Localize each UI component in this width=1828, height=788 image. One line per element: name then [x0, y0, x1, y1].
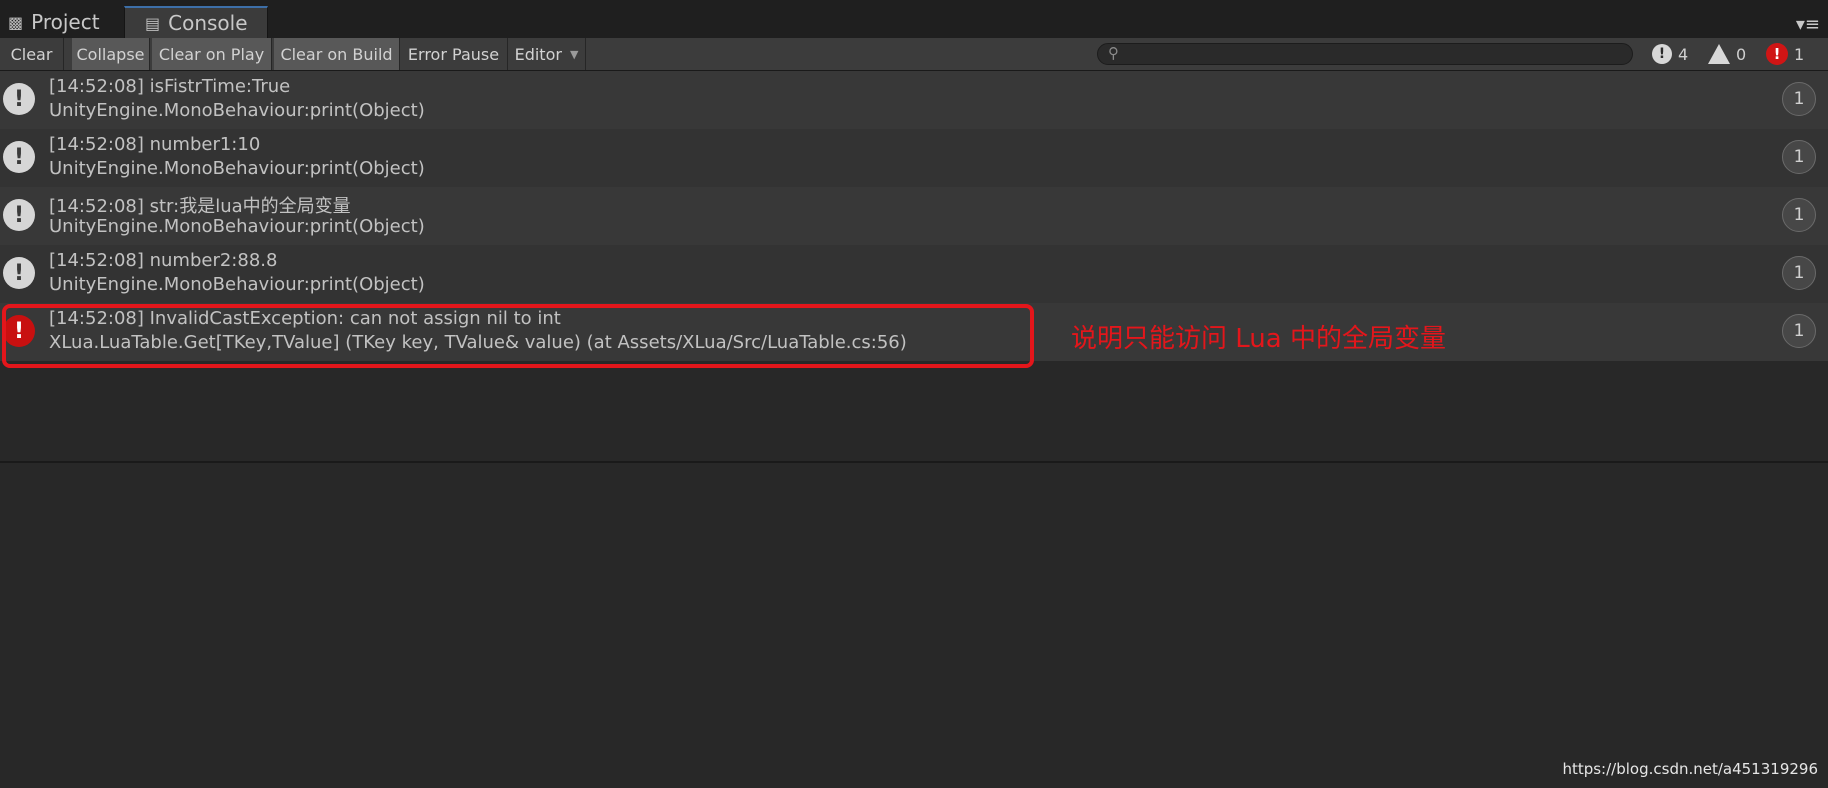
console-window: ▩ Project ▤ Console ▾≡ Clear Collapse Cl…	[0, 0, 1828, 788]
log-entry[interactable]: ! [14:52:08] number2:88.8 UnityEngine.Mo…	[0, 245, 1828, 303]
folder-icon: ▩	[8, 12, 24, 32]
clear-on-play-button-label: Clear on Play	[158, 44, 265, 64]
info-counter-toggle[interactable]: ! 4	[1652, 38, 1708, 70]
log-stacktrace: UnityEngine.MonoBehaviour:print(Object)	[49, 158, 425, 179]
error-icon: !	[1766, 43, 1788, 65]
log-entry[interactable]: ! [14:52:08] number1:10 UnityEngine.Mono…	[0, 129, 1828, 187]
error-counter-toggle[interactable]: ! 1	[1766, 38, 1822, 70]
log-message: [14:52:08] number1:10	[49, 134, 261, 155]
console-icon: ▤	[145, 13, 161, 33]
console-toolbar: Clear Collapse Clear on Play Clear on Bu…	[0, 38, 1828, 71]
log-detail-pane	[0, 463, 1828, 788]
tab-bar: ▩ Project ▤ Console ▾≡	[0, 0, 1828, 39]
log-list[interactable]: ! [14:52:08] isFistrTime:True UnityEngin…	[0, 71, 1828, 461]
log-stacktrace: UnityEngine.MonoBehaviour:print(Object)	[49, 216, 425, 237]
clear-on-play-button[interactable]: Clear on Play	[152, 38, 272, 70]
clear-button-label: Clear	[10, 44, 53, 64]
search-box[interactable]: ⚲	[1097, 43, 1633, 65]
tab-console[interactable]: ▤ Console	[124, 6, 268, 38]
info-icon: !	[1652, 44, 1672, 64]
log-stacktrace: UnityEngine.MonoBehaviour:print(Object)	[49, 274, 425, 295]
info-count: 4	[1678, 44, 1689, 64]
error-pause-button[interactable]: Error Pause	[400, 38, 508, 70]
tab-project[interactable]: ▩ Project	[4, 6, 124, 38]
editor-dropdown[interactable]: Editor ▼	[508, 38, 586, 70]
log-message: [14:52:08] number2:88.8	[49, 250, 278, 271]
chevron-down-icon: ▼	[569, 47, 579, 61]
tab-project-label: Project	[31, 10, 100, 34]
editor-dropdown-label: Editor	[514, 44, 562, 64]
warning-count: 0	[1736, 44, 1747, 64]
tab-console-label: Console	[168, 11, 248, 35]
annotation-text: 说明只能访问 Lua 中的全局变量	[1071, 324, 1446, 354]
watermark: https://blog.csdn.net/a451319296	[1562, 760, 1818, 778]
log-stacktrace: UnityEngine.MonoBehaviour:print(Object)	[49, 100, 425, 121]
error-count: 1	[1794, 44, 1805, 64]
info-icon: !	[3, 199, 35, 231]
log-count-badge: 1	[1782, 198, 1816, 232]
log-count-badge: 1	[1782, 82, 1816, 116]
clear-on-build-button-label: Clear on Build	[280, 44, 393, 64]
search-input[interactable]	[1128, 45, 1622, 65]
info-icon: !	[3, 83, 35, 115]
log-count-badge: 1	[1782, 256, 1816, 290]
log-message: [14:52:08] str:我是lua中的全局变量	[49, 196, 351, 217]
clear-on-build-button[interactable]: Clear on Build	[274, 38, 400, 70]
collapse-button[interactable]: Collapse	[72, 38, 150, 70]
info-icon: !	[3, 141, 35, 173]
log-message: [14:52:08] isFistrTime:True	[49, 76, 291, 97]
error-pause-button-label: Error Pause	[407, 44, 500, 64]
log-entry[interactable]: ! [14:52:08] str:我是lua中的全局变量 UnityEngine…	[0, 187, 1828, 245]
info-icon: !	[3, 257, 35, 289]
warning-icon	[1708, 44, 1730, 64]
log-count-badge: 1	[1782, 140, 1816, 174]
warning-counter-toggle[interactable]: 0	[1708, 38, 1764, 70]
log-count-badge: 1	[1782, 314, 1816, 348]
clear-button[interactable]: Clear	[0, 38, 64, 70]
search-icon: ⚲	[1108, 44, 1119, 62]
annotation-highlight-box	[2, 304, 1034, 368]
collapse-button-label: Collapse	[76, 44, 145, 64]
tab-menu-icon[interactable]: ▾≡	[1796, 14, 1820, 35]
log-entry[interactable]: ! [14:52:08] isFistrTime:True UnityEngin…	[0, 71, 1828, 129]
